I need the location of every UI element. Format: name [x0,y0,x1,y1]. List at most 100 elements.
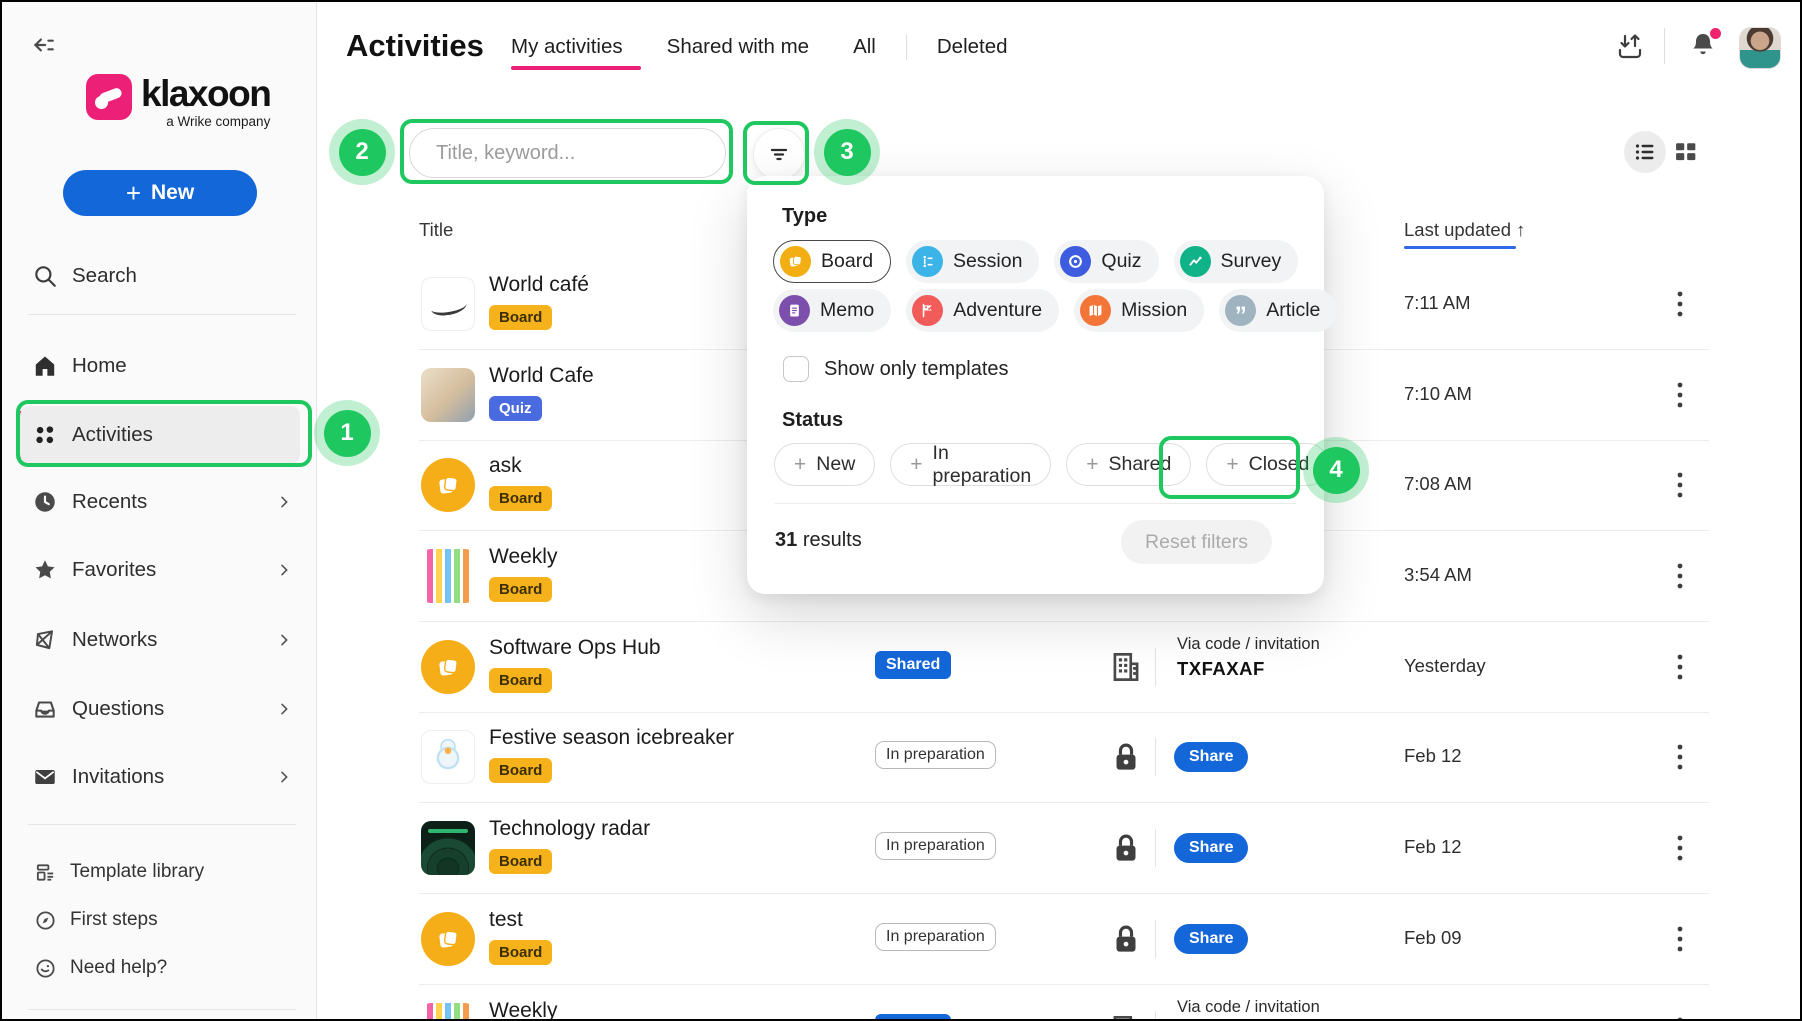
activity-thumbnail [421,368,475,422]
type-badge: Board [489,758,552,783]
row-menu-icon[interactable] [1667,1011,1693,1021]
row-menu-icon[interactable] [1667,738,1693,776]
grid-view-toggle[interactable] [1672,138,1700,166]
sidebar-search-label: Search [72,264,137,288]
type-badge: Board [489,668,552,693]
type-badge: Board [489,577,552,602]
row-menu-icon[interactable] [1667,376,1693,414]
tab-shared-with-me[interactable]: Shared with me [667,35,809,59]
tab-my-activities[interactable]: My activities [511,35,623,59]
page-title: Activities [346,28,484,64]
last-updated-value: Feb 12 [1404,836,1462,858]
last-updated-value: Yesterday [1404,655,1486,677]
type-chip-session[interactable]: Session [906,240,1039,283]
sidebar-item-home[interactable]: Home [2,338,316,394]
type-chip-quiz[interactable]: Quiz [1054,240,1158,283]
sidebar-item-recents[interactable]: Recents [2,474,316,530]
invitation-code: TXFAXAF [1177,658,1320,680]
table-row[interactable]: Technology radar Board In preparation Sh… [419,803,1709,894]
table-row[interactable]: test Board In preparation Share Feb 09 [419,894,1709,985]
article-icon: ” [1225,295,1256,326]
status-chip-in-preparation[interactable]: +In preparation [890,443,1051,486]
sidebar-item-questions[interactable]: Questions [2,681,316,737]
network-icon [32,627,58,653]
share-button[interactable]: Share [1174,742,1248,772]
new-button[interactable]: + New [63,170,257,216]
status-badge: In preparation [875,923,996,951]
plus-icon: + [910,453,922,477]
type-chip-memo[interactable]: Memo [773,289,891,332]
status-badge: Shared [875,1014,951,1021]
tab-all[interactable]: All [853,35,876,59]
sidebar-search[interactable]: Search [2,248,316,304]
lock-icon [1107,738,1145,776]
annotation-step-3: 3 [814,119,880,185]
access-divider [1155,1011,1156,1021]
user-avatar[interactable] [1739,27,1781,69]
last-updated-value: 7:10 AM [1404,383,1472,405]
sidebar-item-favorites[interactable]: Favorites [2,542,316,598]
brand-subtitle: a Wrike company [141,114,270,129]
status-badge: In preparation [875,741,996,769]
chevron-right-icon [276,494,292,510]
type-chip-adventure[interactable]: Adventure [906,289,1059,332]
memo-icon [779,295,810,326]
access-info: Via code / invitation TXFAXAF [1177,635,1320,680]
list-view-toggle[interactable] [1624,131,1666,173]
sidebar-item-invitations[interactable]: Invitations [2,749,316,805]
row-menu-icon[interactable] [1667,829,1693,867]
sidebar-item-need-help[interactable]: Need help? [2,944,316,992]
column-header-title: Title [419,219,453,241]
templates-checkbox[interactable] [783,356,809,382]
last-updated-value: 7:11 AM [1404,292,1471,314]
template-library-icon [34,861,57,884]
activity-thumbnail [421,1003,475,1021]
tab-deleted[interactable]: Deleted [937,35,1008,59]
row-menu-icon[interactable] [1667,466,1693,504]
import-export-icon[interactable] [1614,30,1646,62]
type-badge: Board [489,305,552,330]
table-row[interactable]: Weekly Shared Via code / invitation [419,985,1709,1021]
compass-icon [34,909,57,932]
survey-icon [1180,246,1211,277]
access-divider [1155,738,1156,776]
sidebar-divider [28,824,296,825]
share-button[interactable]: Share [1174,924,1248,954]
type-chip-survey[interactable]: Survey [1174,240,1299,283]
row-menu-icon[interactable] [1667,648,1693,686]
share-button[interactable]: Share [1174,833,1248,863]
sidebar-item-networks[interactable]: Networks [2,612,316,668]
status-badge: In preparation [875,832,996,860]
row-menu-icon[interactable] [1667,285,1693,323]
type-badge: Board [489,849,552,874]
type-chip-board[interactable]: Board [773,240,891,283]
tab-bar: My activities Shared with me All Deleted [511,34,1008,60]
type-chip-article[interactable]: ” Article [1219,289,1337,332]
row-menu-icon[interactable] [1667,557,1693,595]
table-row[interactable]: Software Ops Hub Board Shared Via code /… [419,622,1709,713]
activity-thumbnail [421,730,475,784]
sidebar-item-first-steps[interactable]: First steps [2,896,316,944]
activity-thumbnail [421,458,475,512]
row-menu-icon[interactable] [1667,920,1693,958]
table-row[interactable]: Festive season icebreaker Board In prepa… [419,712,1709,803]
sidebar: klaxoon a Wrike company + New Search Hom… [2,2,317,1019]
annotation-box-closed [1159,436,1300,499]
header-divider [1664,28,1665,64]
tab-divider [906,34,907,60]
adventure-icon [912,295,943,326]
sidebar-divider [28,314,296,315]
access-info: Via code / invitation [1177,998,1320,1017]
status-chip-new[interactable]: +New [774,443,875,486]
type-section-label: Type [782,205,827,228]
column-header-last-updated[interactable]: Last updated ↑ [1404,219,1525,241]
annotation-step-2: 2 [329,119,395,185]
reset-filters-button[interactable]: Reset filters [1121,520,1272,564]
type-chip-mission[interactable]: Mission [1074,289,1204,332]
show-only-templates[interactable]: Show only templates [783,356,1009,382]
collapse-sidebar-icon[interactable] [30,32,56,58]
brand-name: klaxoon [141,74,270,114]
sidebar-item-template-library[interactable]: Template library [2,848,316,896]
access-divider [1155,920,1156,958]
inbox-icon [32,696,58,722]
